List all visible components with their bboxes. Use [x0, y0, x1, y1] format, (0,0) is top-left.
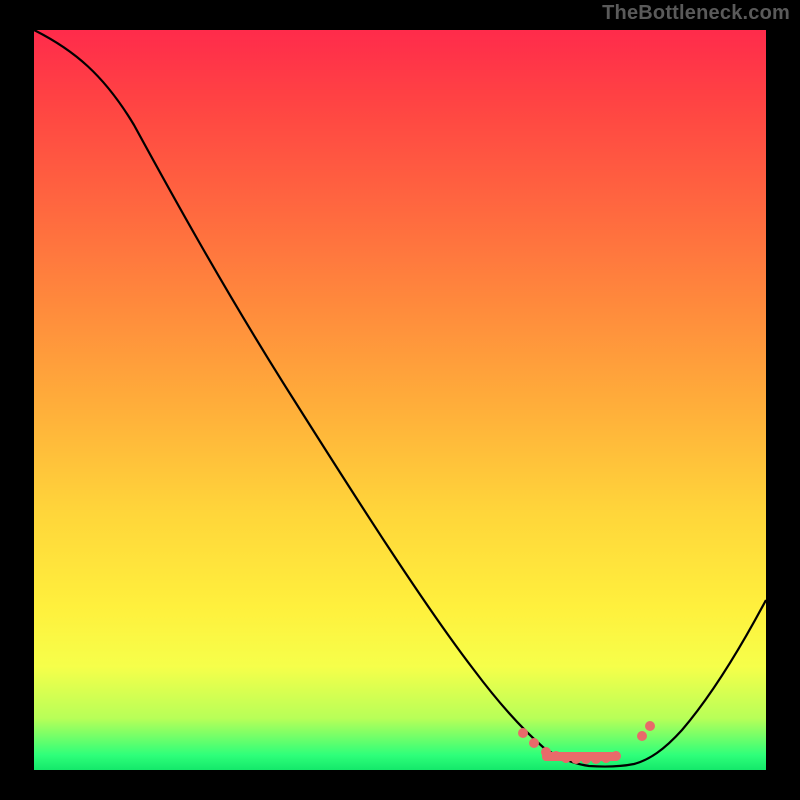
curve-svg — [34, 30, 766, 770]
watermark-text: TheBottleneck.com — [602, 2, 790, 25]
bottleneck-curve — [34, 30, 766, 767]
highlight-dots — [518, 721, 655, 764]
plot-area — [34, 30, 766, 770]
chart-frame: TheBottleneck.com — [0, 0, 800, 800]
